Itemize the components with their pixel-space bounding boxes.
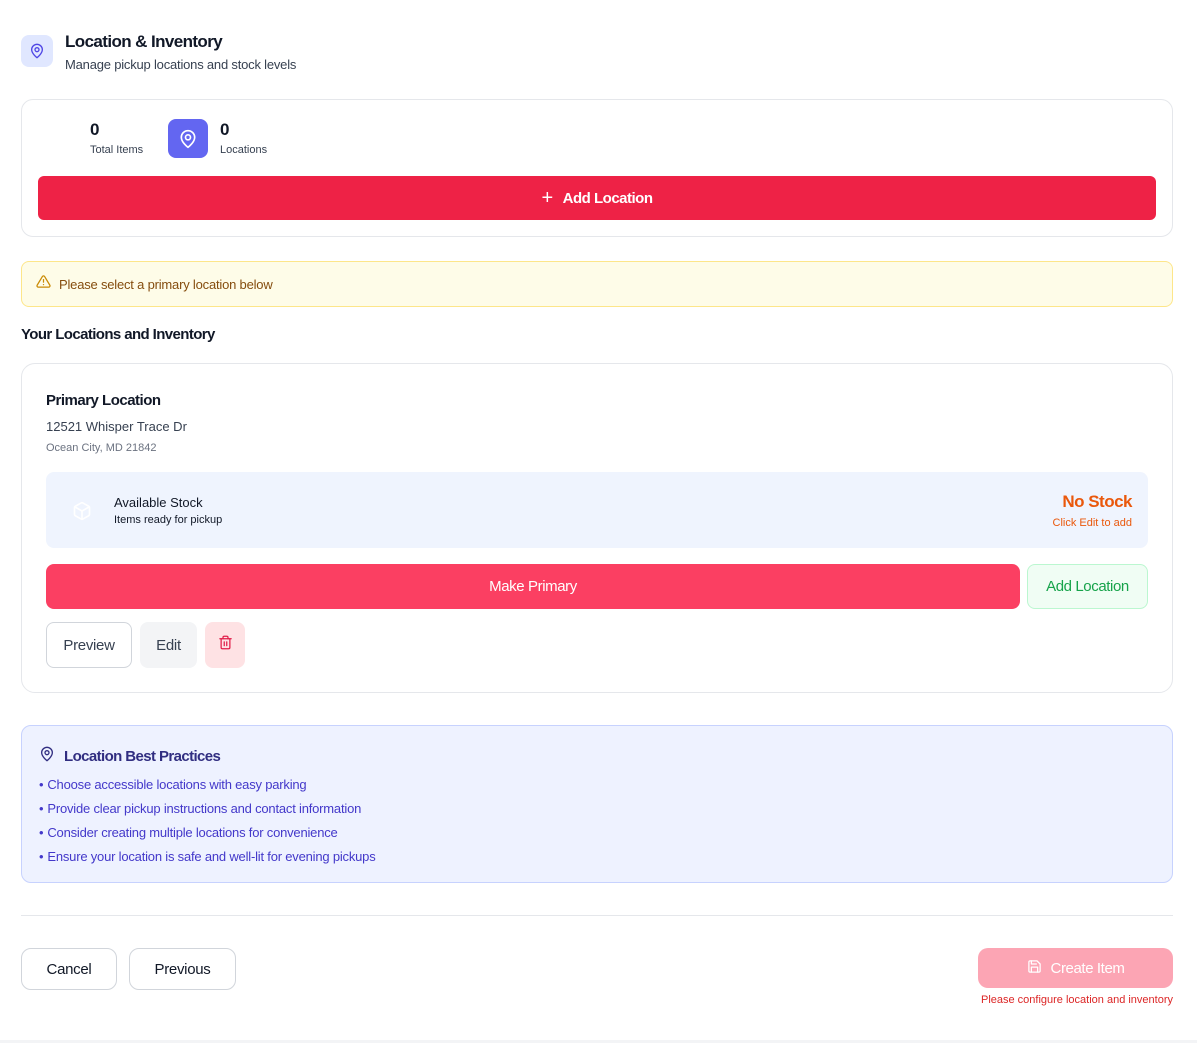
add-location-button[interactable]: + Add Location (38, 176, 1156, 220)
create-item-button[interactable]: Create Item (978, 948, 1173, 988)
add-location-secondary-button[interactable]: Add Location (1027, 564, 1148, 609)
edit-button[interactable]: Edit (140, 622, 197, 668)
tip-item: • Choose accessible locations with easy p… (39, 777, 307, 792)
tips-list: • Choose accessible locations with easy p… (39, 776, 376, 872)
warning-triangle-icon (36, 274, 51, 294)
total-items-stat: 0 Total Items (90, 120, 143, 156)
tip-item: • Provide clear pickup instructions and c… (39, 801, 362, 816)
tips-title: Location Best Practices (64, 748, 221, 765)
locations-value: 0 (220, 120, 230, 139)
plus-icon: + (541, 187, 553, 209)
total-items-value: 0 (90, 120, 100, 139)
page-subtitle: Manage pickup locations and stock levels (65, 57, 297, 72)
preview-button[interactable]: Preview (46, 622, 132, 668)
save-icon (1027, 959, 1042, 978)
tip-item: • Consider creating multiple locations fo… (39, 825, 338, 840)
location-city: Ocean City, MD 21842 (46, 442, 157, 454)
stock-subtitle: Items ready for pickup (114, 514, 223, 526)
add-location-label: Add Location (562, 189, 653, 207)
make-primary-button[interactable]: Make Primary (46, 564, 1020, 609)
location-name: Primary Location (46, 392, 161, 409)
section-title: Your Locations and Inventory (21, 326, 215, 343)
stock-hint: Click Edit to add (1052, 517, 1132, 529)
create-error-message: Please configure location and inventory (980, 994, 1173, 1006)
create-item-label: Create Item (1050, 959, 1125, 977)
delete-button[interactable] (205, 622, 245, 668)
alert-text: Please select a primary location below (59, 276, 273, 292)
package-icon (72, 501, 92, 526)
total-items-label: Total Items (90, 144, 144, 156)
location-address: 12521 Whisper Trace Dr (46, 419, 187, 434)
tips-header: Location Best Practices (39, 746, 221, 767)
map-pin-icon (21, 35, 53, 67)
stock-title: Available Stock (114, 495, 203, 510)
locations-pin-icon (168, 119, 208, 158)
page-title: Location & Inventory (65, 32, 223, 51)
location-card: Primary Location 12521 Whisper Trace Dr … (21, 363, 1173, 693)
stats-card: 0 Total Items 0 Locations + Add Location (21, 99, 1173, 237)
tip-item: • Ensure your location is safe and well-l… (39, 849, 376, 864)
best-practices-card: Location Best Practices • Choose accessib… (21, 725, 1173, 883)
stock-panel: Available Stock Items ready for pickup N… (46, 472, 1148, 548)
locations-label: Locations (220, 144, 268, 156)
map-pin-icon (39, 746, 55, 767)
cancel-button[interactable]: Cancel (21, 948, 117, 990)
trash-icon (218, 635, 233, 655)
previous-button[interactable]: Previous (129, 948, 236, 990)
stock-status: No Stock (1062, 492, 1132, 511)
locations-stat: 0 Locations (220, 120, 267, 156)
footer-divider (21, 915, 1173, 916)
primary-location-alert: Please select a primary location below (21, 261, 1173, 307)
page-header: Location & Inventory Manage pickup locat… (21, 32, 296, 72)
